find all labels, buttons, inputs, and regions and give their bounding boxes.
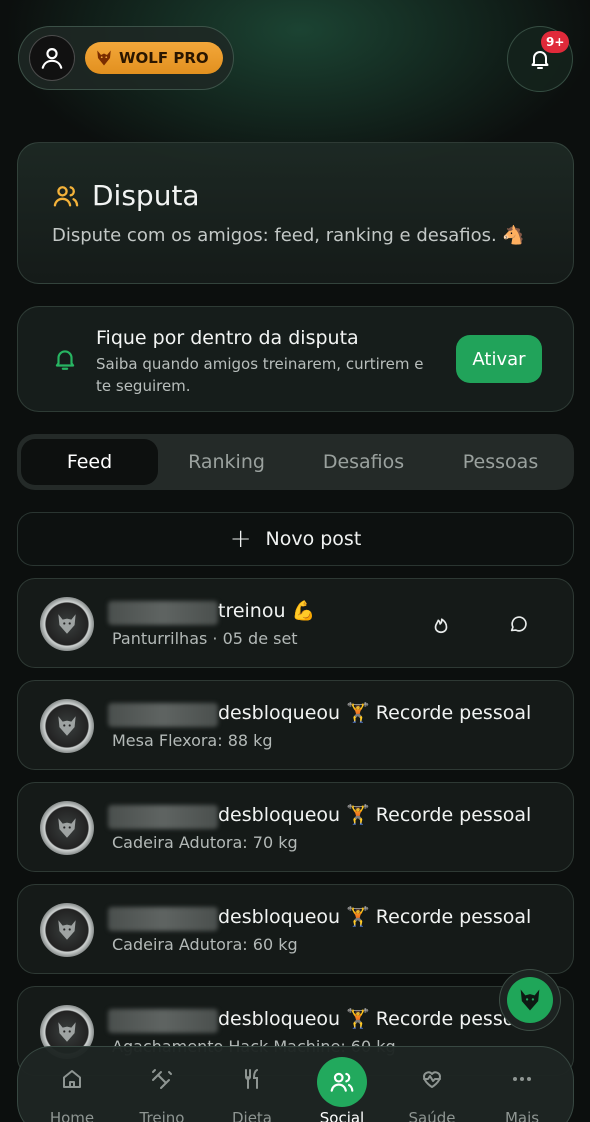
activate-button[interactable]: Ativar — [456, 335, 542, 383]
nav-label: Social — [319, 1109, 365, 1122]
utensils-icon — [245, 1069, 258, 1089]
nav-label: Saúde — [408, 1109, 456, 1122]
notify-subtitle: Saiba quando amigos treinarem, curtirem … — [96, 355, 424, 395]
nav-item-mais[interactable]: Mais — [477, 1047, 567, 1122]
feed-detail: Cadeira Adutora: 60 kg — [112, 935, 298, 954]
notifications-button[interactable]: 9+ — [507, 26, 573, 92]
blurred-username — [108, 1009, 218, 1033]
feed-item[interactable]: desbloqueou 🏋️ Recorde pessoal Mesa Flex… — [17, 680, 574, 770]
bell-outline-icon — [55, 350, 75, 370]
feed-action: desbloqueou 🏋️ Recorde pessoal — [218, 906, 532, 928]
feed-action: treinou 💪 — [218, 600, 316, 622]
bottom-navigation: Home Treino Dieta Social Saúde Mais — [17, 1046, 574, 1122]
nav-label: Home — [49, 1109, 95, 1122]
feed-action: desbloqueou 🏋️ Recorde pessoal — [218, 702, 532, 724]
dumbbell-icon — [152, 1069, 172, 1089]
blurred-username — [108, 907, 218, 931]
badge-label: WOLF PRO — [119, 49, 209, 67]
tab-feed[interactable]: Feed — [21, 439, 158, 485]
more-icon — [513, 1077, 531, 1081]
users-icon — [53, 185, 79, 206]
wolf-avatar-icon[interactable] — [40, 699, 94, 753]
wolf-logo-icon — [97, 50, 111, 66]
tab-desafios[interactable]: Desafios — [295, 439, 432, 485]
nav-label: Mais — [504, 1109, 540, 1122]
heart-pulse-icon — [423, 1071, 441, 1088]
user-avatar-icon[interactable] — [29, 35, 75, 81]
notification-count-badge: 9+ — [541, 31, 570, 53]
wolf-avatar-icon[interactable] — [40, 801, 94, 855]
new-post-button[interactable]: + Novo post — [17, 512, 574, 566]
feed-item[interactable]: desbloqueou 🏋️ Recorde pessoal Cadeira A… — [17, 782, 574, 872]
wolf-pro-badge[interactable]: WOLF PRO — [85, 42, 223, 74]
nav-label: Treino — [139, 1109, 185, 1122]
blurred-username — [108, 601, 218, 625]
nav-item-dieta[interactable]: Dieta — [207, 1047, 297, 1122]
new-post-label: Novo post — [265, 528, 362, 550]
wolf-avatar-icon[interactable] — [40, 597, 94, 651]
nav-item-home[interactable]: Home — [27, 1047, 117, 1122]
wolf-chat-icon — [520, 989, 540, 1011]
comment-icon[interactable] — [506, 611, 532, 637]
nav-label: Dieta — [231, 1109, 273, 1122]
profile-pill[interactable]: WOLF PRO — [18, 26, 234, 90]
nav-item-treino[interactable]: Treino — [117, 1047, 207, 1122]
tab-pessoas[interactable]: Pessoas — [432, 439, 569, 485]
feed-item[interactable]: desbloqueou 🏋️ Recorde pessoal Cadeira A… — [17, 884, 574, 974]
blurred-username — [108, 703, 218, 727]
disputa-subtitle: Dispute com os amigos: feed, ranking e d… — [52, 225, 525, 246]
chat-fab-button[interactable] — [499, 969, 561, 1031]
feed-action: desbloqueou 🏋️ Recorde pessoal — [218, 804, 532, 826]
notify-title: Fique por dentro da disputa — [96, 327, 359, 349]
notification-promo-card: Fique por dentro da disputa Saiba quando… — [17, 306, 574, 412]
feed-item[interactable]: treinou 💪 Panturrilhas · 05 de set — [17, 578, 574, 668]
tab-bar: Feed Ranking Desafios Pessoas — [17, 434, 574, 490]
page-title: Disputa — [92, 179, 200, 212]
feed-detail: Mesa Flexora: 88 kg — [112, 731, 273, 750]
users-icon — [317, 1057, 367, 1107]
nav-item-social[interactable]: Social — [297, 1047, 387, 1122]
feed-detail: Cadeira Adutora: 70 kg — [112, 833, 298, 852]
feed-action: desbloqueou 🏋️ Recorde pessoal — [218, 1008, 532, 1030]
disputa-card: Disputa Dispute com os amigos: feed, ran… — [17, 142, 574, 284]
fire-reaction-icon[interactable] — [428, 611, 454, 637]
home-icon — [63, 1070, 81, 1088]
nav-item-saude[interactable]: Saúde — [387, 1047, 477, 1122]
wolf-avatar-icon[interactable] — [40, 903, 94, 957]
feed-detail: Panturrilhas · 05 de set — [112, 629, 298, 648]
tab-ranking[interactable]: Ranking — [158, 439, 295, 485]
blurred-username — [108, 805, 218, 829]
plus-icon: + — [229, 524, 252, 554]
